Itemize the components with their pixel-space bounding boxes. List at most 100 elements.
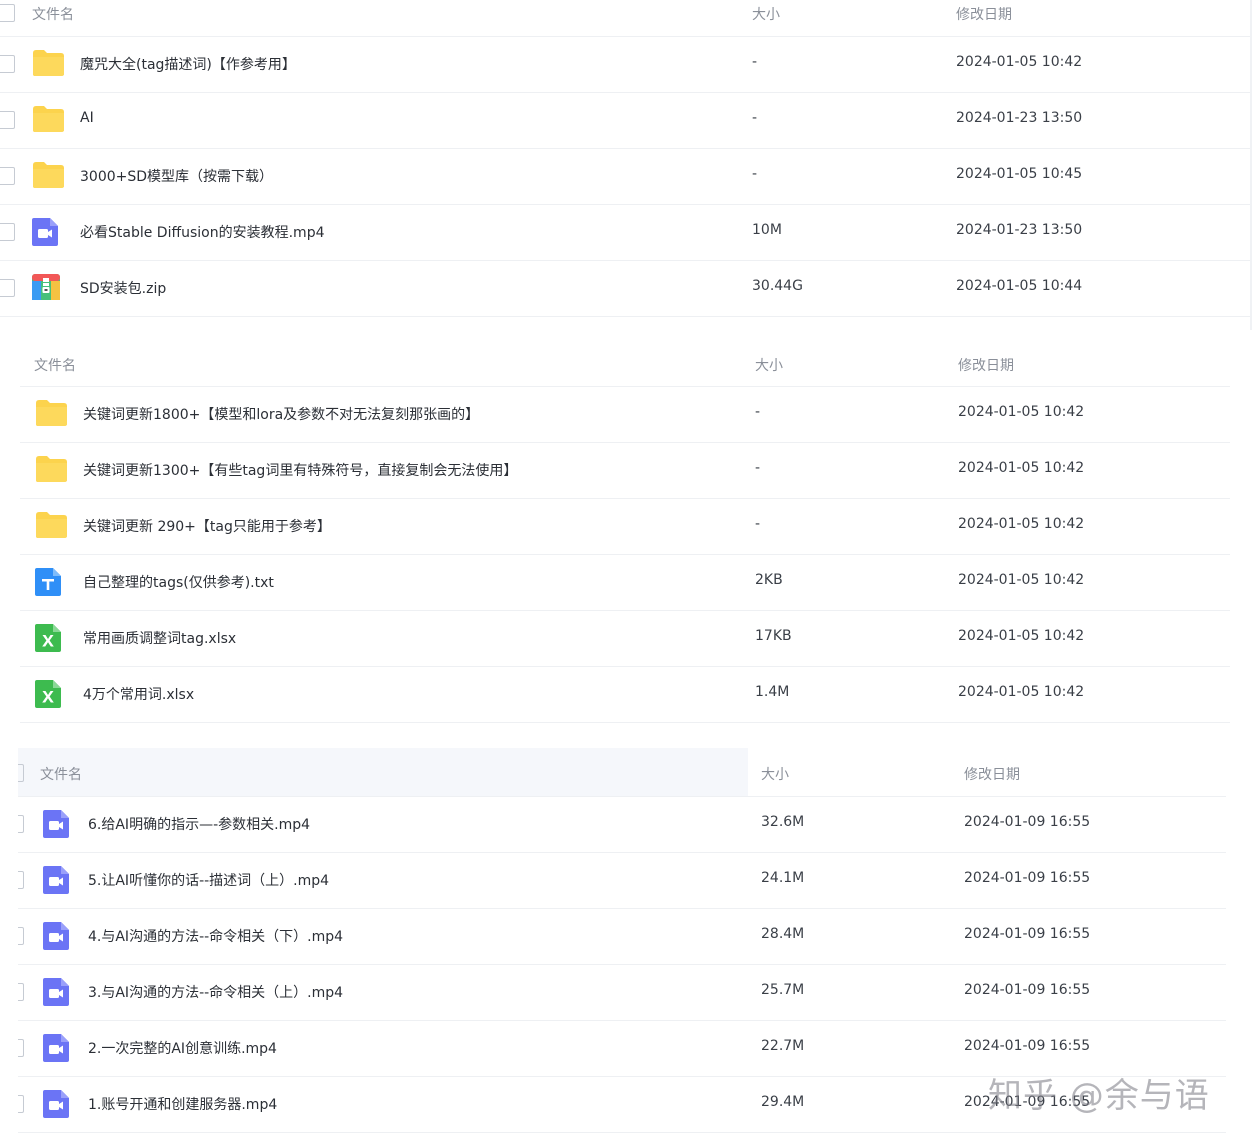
header-size[interactable]: 大小 (752, 4, 780, 24)
row-checkbox[interactable] (18, 1039, 24, 1057)
table-row[interactable]: 常用画质调整词tag.xlsx 17KB 2024-01-05 10:42 (20, 610, 1230, 667)
table-row[interactable]: AI - 2024-01-23 13:50 (0, 92, 1250, 149)
modified-date: 2024-01-05 10:42 (958, 628, 1085, 644)
select-all-checkbox[interactable] (18, 764, 24, 782)
file-name[interactable]: 2.一次完整的AI创意训练.mp4 (88, 1038, 277, 1058)
file-name[interactable]: 关键词更新1300+【有些tag词里有特殊符号，直接复制会无法使用】 (83, 460, 517, 480)
zhihu-watermark: 知乎 @余与语 (988, 1076, 1210, 1116)
file-name[interactable]: 5.让AI听懂你的话--描述词（上）.mp4 (88, 870, 329, 890)
file-list-panel-1: 文件名 大小 修改日期 魔咒大全(tag描述词)【作参考用】 - 2024-01-0… (0, 0, 1252, 330)
file-name[interactable]: 魔咒大全(tag描述词)【作参考用】 (80, 54, 296, 74)
table-row[interactable]: 必看Stable Diffusion的安装教程.mp4 10M 2024-01-23… (0, 204, 1250, 261)
folder-icon (31, 49, 65, 81)
row-checkbox[interactable] (18, 815, 24, 833)
table-row[interactable]: 关键词更新 290+【tag只能用于参考】 - 2024-01-05 10:42 (20, 498, 1230, 555)
table-row[interactable]: SD安装包.zip 30.44G 2024-01-05 10:44 (0, 260, 1250, 317)
excel-file-icon (34, 679, 62, 713)
table-row[interactable]: 魔咒大全(tag描述词)【作参考用】 - 2024-01-05 10:42 (0, 36, 1250, 93)
video-file-icon (42, 1033, 70, 1067)
modified-date: 2024-01-09 16:55 (964, 1038, 1091, 1054)
file-name[interactable]: 4.与AI沟通的方法--命令相关（下）.mp4 (88, 926, 343, 946)
file-size: 2KB (755, 572, 783, 588)
modified-date: 2024-01-05 10:42 (958, 572, 1085, 588)
file-name[interactable]: 自己整理的tags(仅供参考).txt (83, 572, 274, 592)
modified-date: 2024-01-05 10:44 (956, 278, 1083, 294)
folder-icon (34, 455, 68, 487)
file-name[interactable]: 必看Stable Diffusion的安装教程.mp4 (80, 222, 325, 242)
row-checkbox[interactable] (0, 223, 15, 241)
modified-date: 2024-01-05 10:42 (958, 404, 1085, 420)
table-header: 文件名 大小 修改日期 (0, 0, 1250, 37)
row-checkbox[interactable] (18, 927, 24, 945)
header-name[interactable]: 文件名 (40, 764, 82, 784)
file-name[interactable]: 4万个常用词.xlsx (83, 684, 194, 704)
header-date[interactable]: 修改日期 (956, 4, 1012, 24)
table-row[interactable]: 4万个常用词.xlsx 1.4M 2024-01-05 10:42 (20, 666, 1230, 723)
video-file-icon (42, 1089, 70, 1123)
table-row[interactable]: 关键词更新1800+【模型和lora及参数不对无法复刻那张画的】 - 2024-01… (20, 386, 1230, 443)
zip-archive-icon (31, 273, 61, 305)
video-file-icon (42, 865, 70, 899)
file-name[interactable]: 3.与AI沟通的方法--命令相关（上）.mp4 (88, 982, 343, 1002)
table-row[interactable]: 6.给AI明确的指示—-参数相关.mp4 32.6M 2024-01-09 16:5… (18, 796, 1226, 853)
modified-date: 2024-01-05 10:42 (958, 460, 1085, 476)
table-row[interactable]: 4.与AI沟通的方法--命令相关（下）.mp4 28.4M 2024-01-09 1… (18, 908, 1226, 965)
table-row[interactable]: 3000+SD模型库（按需下载） - 2024-01-05 10:45 (0, 148, 1250, 205)
file-size: - (752, 54, 758, 70)
table-header: 文件名 大小 修改日期 (18, 748, 1226, 797)
table-header: 文件名 大小 修改日期 (20, 338, 1230, 387)
video-file-icon (42, 977, 70, 1011)
header-highlight (18, 748, 748, 796)
table-row[interactable]: 自己整理的tags(仅供参考).txt 2KB 2024-01-05 10:42 (20, 554, 1230, 611)
file-name[interactable]: SD安装包.zip (80, 278, 166, 298)
file-size: - (752, 166, 758, 182)
row-checkbox[interactable] (18, 871, 24, 889)
folder-icon (34, 511, 68, 543)
header-date[interactable]: 修改日期 (964, 764, 1020, 784)
file-size: 30.44G (752, 278, 803, 294)
modified-date: 2024-01-05 10:45 (956, 166, 1083, 182)
file-size: 24.1M (761, 870, 805, 886)
modified-date: 2024-01-09 16:55 (964, 926, 1091, 942)
file-name[interactable]: 1.账号开通和创建服务器.mp4 (88, 1094, 277, 1114)
table-row[interactable]: 5.让AI听懂你的话--描述词（上）.mp4 24.1M 2024-01-09 16… (18, 852, 1226, 909)
file-size: 28.4M (761, 926, 805, 942)
file-size: 29.4M (761, 1094, 805, 1110)
video-file-icon (42, 809, 70, 843)
video-file-icon (42, 921, 70, 955)
table-row[interactable]: 3.与AI沟通的方法--命令相关（上）.mp4 25.7M 2024-01-09 1… (18, 964, 1226, 1021)
file-name[interactable]: 3000+SD模型库（按需下载） (80, 166, 273, 186)
row-checkbox[interactable] (0, 111, 15, 129)
row-checkbox[interactable] (0, 55, 15, 73)
header-name[interactable]: 文件名 (34, 355, 76, 375)
row-checkbox[interactable] (18, 1095, 24, 1113)
file-size: 10M (752, 222, 782, 238)
file-name[interactable]: 6.给AI明确的指示—-参数相关.mp4 (88, 814, 310, 834)
file-size: 32.6M (761, 814, 805, 830)
modified-date: 2024-01-05 10:42 (958, 684, 1085, 700)
table-row[interactable]: 关键词更新1300+【有些tag词里有特殊符号，直接复制会无法使用】 - 2024-… (20, 442, 1230, 499)
header-date[interactable]: 修改日期 (958, 355, 1014, 375)
folder-icon (34, 399, 68, 431)
file-size: 22.7M (761, 1038, 805, 1054)
file-name[interactable]: AI (80, 110, 94, 126)
header-size[interactable]: 大小 (761, 764, 789, 784)
header-size[interactable]: 大小 (755, 355, 783, 375)
file-list-panel-2: 文件名 大小 修改日期 关键词更新1800+【模型和lora及参数不对无法复刻那… (20, 338, 1230, 728)
modified-date: 2024-01-23 13:50 (956, 110, 1083, 126)
file-size: 25.7M (761, 982, 805, 998)
modified-date: 2024-01-09 16:55 (964, 870, 1091, 886)
select-all-checkbox[interactable] (0, 4, 15, 22)
file-name[interactable]: 关键词更新 290+【tag只能用于参考】 (83, 516, 331, 536)
header-name[interactable]: 文件名 (32, 4, 74, 24)
file-name[interactable]: 常用画质调整词tag.xlsx (83, 628, 236, 648)
folder-icon (31, 105, 65, 137)
row-checkbox[interactable] (0, 167, 15, 185)
row-checkbox[interactable] (0, 279, 15, 297)
video-file-icon (31, 217, 59, 251)
modified-date: 2024-01-09 16:55 (964, 982, 1091, 998)
row-checkbox[interactable] (18, 983, 24, 1001)
text-file-icon (34, 567, 62, 601)
file-size: 1.4M (755, 684, 790, 700)
file-name[interactable]: 关键词更新1800+【模型和lora及参数不对无法复刻那张画的】 (83, 404, 479, 424)
